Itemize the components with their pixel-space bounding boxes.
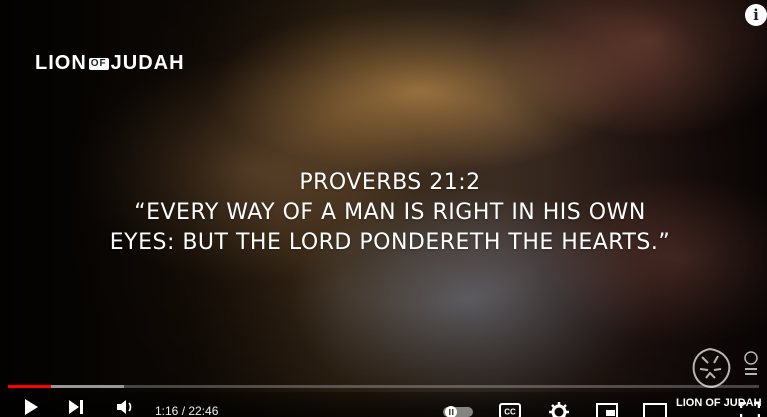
logo-word-lion: LION <box>35 52 87 74</box>
lion-head-watermark-icon <box>692 347 731 389</box>
captions-icon[interactable]: CC <box>499 403 521 417</box>
channel-logo: LION OF JUDAH <box>35 52 185 75</box>
logo-word-of: OF <box>88 57 109 70</box>
info-icon[interactable]: i <box>745 4 767 26</box>
theater-icon[interactable] <box>643 403 667 417</box>
autoplay-toggle[interactable] <box>441 404 475 417</box>
progress-bar[interactable] <box>8 385 759 388</box>
play-icon[interactable] <box>22 398 40 416</box>
video-player[interactable]: LION OF JUDAH i PROVERBS 21:2 “EVERY WAY… <box>0 0 767 417</box>
scripture-caption: PROVERBS 21:2 “EVERY WAY OF A MAN IS RIG… <box>60 168 720 258</box>
player-controls: CC <box>0 392 767 417</box>
verse-line-2: EYES: BUT THE LORD PONDERETH THE HEARTS.… <box>109 230 671 255</box>
volume-icon[interactable] <box>115 398 135 416</box>
verse-line-1: “EVERY WAY OF A MAN IS RIGHT IN HIS OWN <box>134 200 646 225</box>
miniplayer-icon[interactable] <box>596 403 618 417</box>
footer-channel-watermark: LION OF JUDAH <box>676 397 762 409</box>
played-bar <box>8 385 51 388</box>
verse-reference: PROVERBS 21:2 <box>299 170 481 195</box>
next-icon[interactable] <box>67 398 85 416</box>
logo-word-judah: JUDAH <box>110 52 185 74</box>
small-lion-emblem-icon <box>744 351 758 375</box>
time-display: 1:16 / 22:46 <box>155 404 219 417</box>
captions-label: CC <box>504 408 516 417</box>
settings-icon[interactable] <box>549 402 569 417</box>
